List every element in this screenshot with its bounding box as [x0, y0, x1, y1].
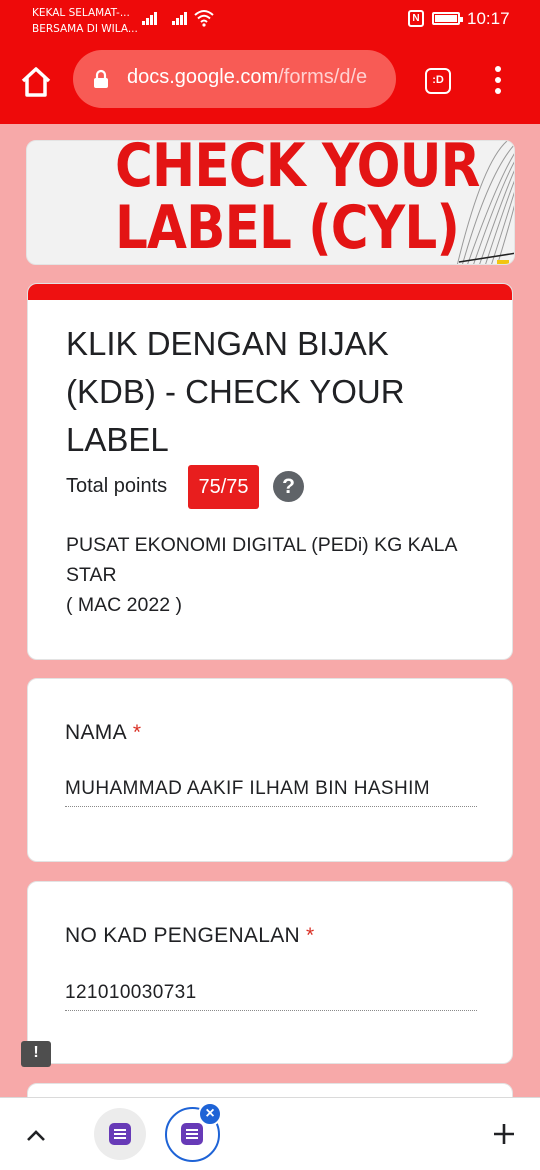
- question-text: NO KAD PENGENALAN: [65, 924, 300, 947]
- card-accent-bar: [28, 284, 512, 300]
- url-text: docs.google.com/forms/d/e: [127, 66, 367, 89]
- question-card-no-kad: NO KAD PENGENALAN * 121010030731: [27, 881, 513, 1064]
- question-label: NO KAD PENGENALAN *: [65, 924, 314, 948]
- lock-icon: [94, 69, 108, 88]
- banner-decoration-lines: [456, 141, 514, 264]
- required-asterisk: *: [132, 721, 142, 744]
- question-card-nama: NAMA * MUHAMMAD AAKIF ILHAM BIN HASHIM: [27, 678, 513, 862]
- url-path: /forms/d/e: [278, 66, 368, 88]
- carrier-label: KEKAL SELAMAT-... BERSAMA DI WILA...: [32, 5, 138, 37]
- signal-icon: [142, 11, 158, 25]
- banner-line-1: CHECK YOUR: [115, 140, 480, 201]
- signal-icon-2: [172, 11, 188, 25]
- home-icon[interactable]: [20, 66, 52, 98]
- more-options-icon[interactable]: [494, 66, 502, 94]
- total-points-label: Total points: [66, 475, 168, 497]
- help-icon[interactable]: ?: [273, 471, 304, 502]
- status-bar: KEKAL SELAMAT-... BERSAMA DI WILA... N 1…: [0, 0, 540, 40]
- wifi-icon: [194, 10, 214, 27]
- question-label: NAMA *: [65, 721, 141, 745]
- form-banner: CHECK YOUR LABEL (CYL): [26, 140, 515, 265]
- required-asterisk: *: [306, 924, 315, 947]
- nfc-icon: N: [408, 10, 424, 27]
- answer-field[interactable]: MUHAMMAD AAKIF ILHAM BIN HASHIM: [65, 778, 477, 807]
- bottom-tab-bar: ×: [0, 1097, 540, 1170]
- form-title: KLIK DENGAN BIJAK (KDB) - CHECK YOUR LAB…: [66, 325, 405, 458]
- answer-field[interactable]: 121010030731: [65, 982, 477, 1011]
- chevron-up-icon[interactable]: [24, 1125, 48, 1145]
- close-tab-icon[interactable]: ×: [198, 1102, 222, 1126]
- form-description: PUSAT EKONOMI DIGITAL (PEDi) KG KALA STA…: [66, 530, 486, 620]
- carrier-line-1: KEKAL SELAMAT-...: [32, 7, 130, 19]
- browser-toolbar: docs.google.com/forms/d/e :D: [0, 40, 540, 124]
- address-bar[interactable]: docs.google.com/forms/d/e: [73, 50, 396, 108]
- banner-title: CHECK YOUR LABEL (CYL): [115, 140, 480, 263]
- url-host: docs.google.com: [127, 66, 279, 88]
- battery-icon: [432, 12, 463, 25]
- new-tab-plus-icon[interactable]: [492, 1122, 516, 1146]
- description-line-1: PUSAT EKONOMI DIGITAL (PEDi) KG KALA STA…: [66, 534, 457, 586]
- status-time: 10:17: [467, 9, 510, 28]
- tab-switcher-button[interactable]: :D: [425, 68, 451, 94]
- forms-icon: [109, 1123, 131, 1145]
- tab-thumbnail-forms[interactable]: [94, 1108, 146, 1160]
- question-text: NAMA: [65, 721, 127, 744]
- description-line-2: ( MAC 2022 ): [66, 594, 182, 616]
- report-feedback-icon[interactable]: !: [21, 1041, 51, 1067]
- forms-icon: [181, 1123, 203, 1145]
- carrier-line-2: BERSAMA DI WILA...: [32, 23, 138, 35]
- banner-line-2: LABEL (CYL): [115, 193, 460, 263]
- form-header-card: KLIK DENGAN BIJAK (KDB) - CHECK YOUR LAB…: [27, 283, 513, 660]
- score-badge: 75/75: [188, 465, 259, 509]
